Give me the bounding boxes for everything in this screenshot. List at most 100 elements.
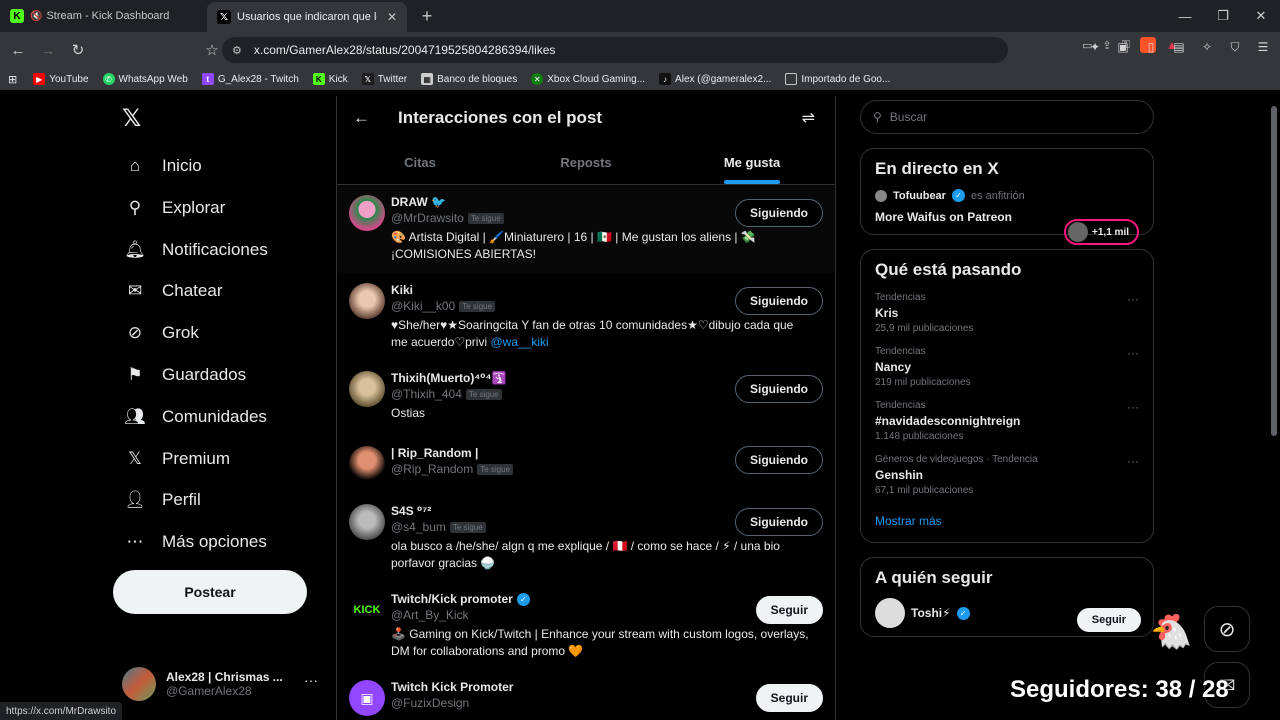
following-button[interactable]: Siguiendo [735,508,823,536]
avatar[interactable] [349,195,385,231]
apps-icon[interactable]: ⊞ [8,73,17,86]
scrollbar[interactable] [1270,96,1278,720]
avatar[interactable] [349,283,385,319]
trend-count: 25,9 mil publicaciones [875,323,974,334]
trend-item[interactable]: Tendencias #navidadesconnightreign 1.148… [875,400,1139,442]
nav-item-inicio[interactable]: ⌂ Inicio [124,148,202,184]
follow-button[interactable]: Seguir [755,684,823,712]
user-row[interactable]: DRAW 🐦 @MrDrawsito Te sigue 🎨 Artista Dig… [337,185,835,273]
adjust-icon[interactable]: ⇌ [802,108,815,128]
avatar[interactable] [349,504,385,540]
bookmark-item[interactable]: 𝕏 Twitter [361,73,407,85]
nav-item-explorar[interactable]: ⚲ Explorar [124,190,226,226]
more-icon[interactable]: ··· [1127,346,1139,360]
tab-kick-dashboard[interactable]: K 🔇 Stream - Kick Dashboard [0,0,207,32]
bookmark-item[interactable]: ▦ Banco de bloques [421,73,517,85]
scrollbar-thumb[interactable] [1271,106,1277,436]
forward-button[interactable]: → [36,38,60,62]
extensions-icon[interactable]: ✦ [1086,38,1104,56]
bio-link[interactable]: @wa__kiki [490,335,548,349]
tab-me-gusta[interactable]: Me gusta [669,140,835,184]
post-button[interactable]: Postear [113,570,307,614]
more-icon[interactable]: ··· [1127,292,1139,306]
user-name[interactable]: Twitch Kick Promoter [391,680,813,694]
nav-item-perfil[interactable]: 👤︎ Perfil [124,482,201,518]
account-name: Alex28 | Chrismas ... [166,670,283,684]
nav-item-mas-opciones[interactable]: ⋯ Más opciones [124,524,267,560]
bookmark-item[interactable]: ▶ YouTube [33,73,89,85]
nav-item-guardados[interactable]: ⚑ Guardados [124,357,246,393]
leo-icon[interactable]: ✧ [1198,38,1216,56]
avatar[interactable] [349,371,385,407]
bookmark-star-icon[interactable]: ☆ [200,38,224,62]
bookmark-item[interactable]: t G_Alex28 - Twitch [201,73,299,85]
bookmark-item[interactable]: Importado de Goo... [785,73,890,85]
reload-button[interactable]: ↻ [66,38,90,62]
user-row[interactable]: ▣ Twitch Kick Promoter @FuzixDesign Segu… [337,670,835,720]
follow-button[interactable]: Seguir [755,596,823,624]
blocks-icon: ▦ [421,73,434,85]
interaction-tabs: Citas Reposts Me gusta [337,140,835,185]
trend-category: Géneros de videojuegos · Tendencia [875,454,1038,465]
tab-likes[interactable]: 𝕏 Usuarios que indicaron que les g ✕ [207,2,407,32]
wallet-icon[interactable]: ▤ [1170,38,1188,56]
user-row[interactable]: S4S ⁰⁷² @s4_bum Te sigue ola busco a /he/… [337,494,835,582]
close-tab-icon[interactable]: ✕ [387,10,397,24]
nav-label: Perfil [162,490,201,509]
user-row[interactable]: KICK Twitch/Kick promoter ✓ @Art_By_Kick … [337,582,835,670]
back-arrow-icon[interactable]: ← [353,108,370,128]
bookmark-label: YouTube [49,73,89,85]
x-icon: 𝕏 [361,73,374,85]
x-logo-icon[interactable]: 𝕏 [122,104,148,132]
menu-icon[interactable]: ☰ [1254,38,1272,56]
following-button[interactable]: Siguiendo [735,446,823,474]
account-switcher[interactable]: Alex28 | Chrismas ... @GamerAlex28 ··· [122,662,332,706]
more-icon[interactable]: ··· [1127,400,1139,414]
bookmark-label: Xbox Cloud Gaming... [547,73,646,85]
bookmark-item[interactable]: ✆ WhatsApp Web [102,73,188,85]
maximize-button[interactable]: ❐ [1204,0,1242,32]
bookmark-item[interactable]: ♪ Alex (@gameralex2... [659,73,771,85]
user-row[interactable]: | Rip_Random | @Rip_Random Te sigue Sigui… [337,432,835,494]
trend-item[interactable]: Tendencias Nancy 219 mil publicaciones ·… [875,346,1139,388]
user-row[interactable]: Thixih(Muerto)⁴⁰⁴🛐 @Thixih_404 Te sigue O… [337,361,835,432]
minimize-button[interactable]: — [1166,0,1204,32]
vpn-icon[interactable]: ⛉ [1226,38,1244,56]
sidebar-icon[interactable]: ▯ [1142,38,1160,56]
avatar[interactable] [349,446,385,482]
address-bar[interactable]: ⚙ x.com/GamerAlex28/status/2004719525804… [222,37,1178,63]
following-button[interactable]: Siguiendo [735,287,823,315]
following-button[interactable]: Siguiendo [735,375,823,403]
following-button[interactable]: Siguiendo [735,199,823,227]
more-icon[interactable]: ··· [1127,454,1139,468]
follow-button[interactable]: Seguir [1076,608,1141,632]
nav-item-notificaciones[interactable]: 🔔︎ Notificaciones [124,232,268,268]
back-button[interactable]: ← [6,38,30,62]
avatar[interactable]: ▣ [349,680,385,716]
user-name-row[interactable]: Twitch/Kick promoter ✓ [391,592,813,606]
tab-search-icon[interactable]: ▣ [1114,38,1132,56]
live-host[interactable]: Tofuubear ✓ es anfitrión [875,189,1139,202]
followers-overlay: Seguidores: 38 / 28 [1010,676,1229,703]
avatar[interactable]: KICK [349,592,385,628]
search-input[interactable]: ⚲ Buscar [860,100,1154,134]
trend-item[interactable]: Tendencias Kris 25,9 mil publicaciones ·… [875,292,1139,334]
tab-citas[interactable]: Citas [337,140,503,184]
nav-item-grok[interactable]: ⊘ Grok [124,315,199,351]
trend-item[interactable]: Géneros de videojuegos · Tendencia Gensh… [875,454,1139,496]
bookmark-item[interactable]: K Kick [312,73,348,85]
close-window-button[interactable]: ✕ [1242,0,1280,32]
nav-item-premium[interactable]: 𝕏 Premium [124,441,230,477]
listeners-pill[interactable]: +1,1 mil [1064,219,1139,245]
bookmark-item[interactable]: ✕ Xbox Cloud Gaming... [531,73,645,85]
nav-item-comunidades[interactable]: 👥︎ Comunidades [124,399,267,435]
site-info-icon[interactable]: ⚙ [232,44,242,57]
new-tab-button[interactable]: + [415,6,439,27]
grok-float-button[interactable]: ⊘ [1204,606,1250,652]
tab-reposts[interactable]: Reposts [503,140,669,184]
avatar [122,667,156,701]
nav-item-chatear[interactable]: ✉ Chatear [124,273,223,309]
show-more-link[interactable]: Mostrar más [875,514,1139,528]
user-handle: @Art_By_Kick [391,608,469,622]
user-row[interactable]: Kiki @Kiki__k00 Te sigue ♥She/her♥★Soarin… [337,273,835,361]
